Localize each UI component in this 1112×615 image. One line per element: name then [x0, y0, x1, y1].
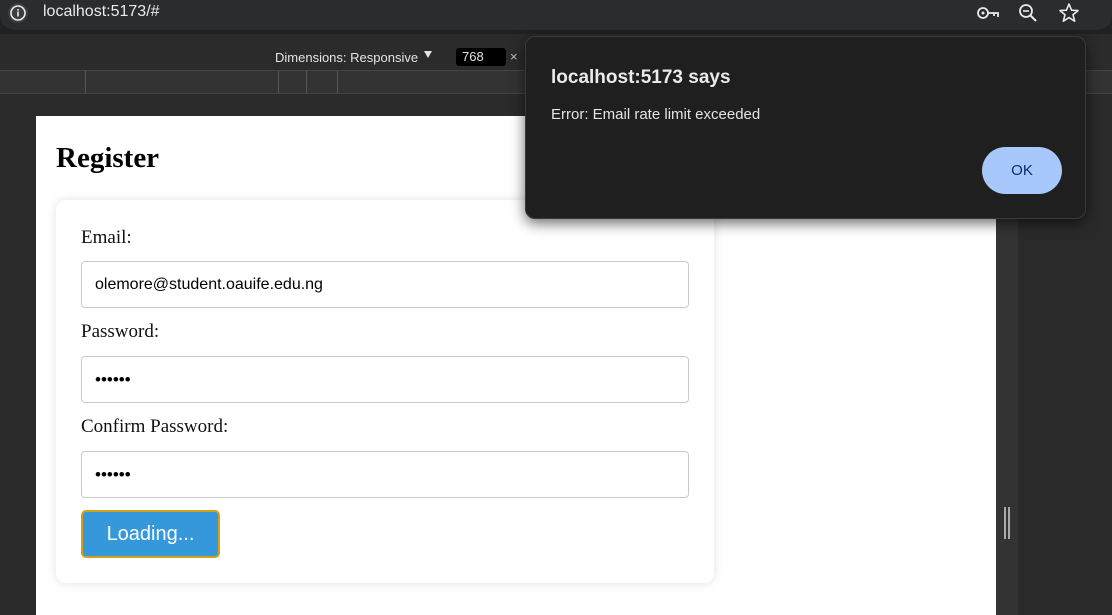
browser-toolbar: localhost:5173/#: [0, 0, 1112, 34]
dialog-title: localhost:5173 says: [551, 67, 731, 88]
dimensions-select[interactable]: Dimensions: Responsive: [275, 50, 418, 65]
resize-handle[interactable]: [1004, 507, 1010, 539]
email-field[interactable]: olemore@student.oauife.edu.ng: [81, 261, 689, 308]
confirm-password-field[interactable]: ••••••: [81, 451, 689, 498]
alert-dialog: localhost:5173 says Error: Email rate li…: [525, 36, 1086, 219]
ruler-divider: [85, 71, 86, 93]
confirm-password-label: Confirm Password:: [81, 416, 229, 437]
url-text[interactable]: localhost:5173/#: [43, 3, 160, 21]
email-label: Email:: [81, 227, 132, 248]
info-icon[interactable]: [8, 3, 28, 23]
chevron-down-icon[interactable]: [424, 51, 432, 58]
ruler-divider: [306, 71, 307, 93]
password-field[interactable]: ••••••: [81, 356, 689, 403]
width-input[interactable]: 768: [456, 48, 506, 66]
ruler-divider: [278, 71, 279, 93]
address-bar[interactable]: localhost:5173/#: [0, 0, 1112, 30]
register-button[interactable]: Loading...: [81, 510, 220, 558]
close-icon[interactable]: ×: [510, 48, 518, 66]
zoom-icon[interactable]: [1016, 2, 1040, 24]
ok-button[interactable]: OK: [982, 147, 1062, 194]
register-form: Email: olemore@student.oauife.edu.ng Pas…: [56, 200, 714, 583]
password-label: Password:: [81, 321, 160, 342]
key-icon[interactable]: [976, 2, 1000, 24]
dialog-message: Error: Email rate limit exceeded: [551, 106, 761, 123]
ruler-divider: [337, 71, 338, 93]
star-icon[interactable]: [1057, 2, 1081, 24]
page-title: Register: [56, 142, 160, 174]
